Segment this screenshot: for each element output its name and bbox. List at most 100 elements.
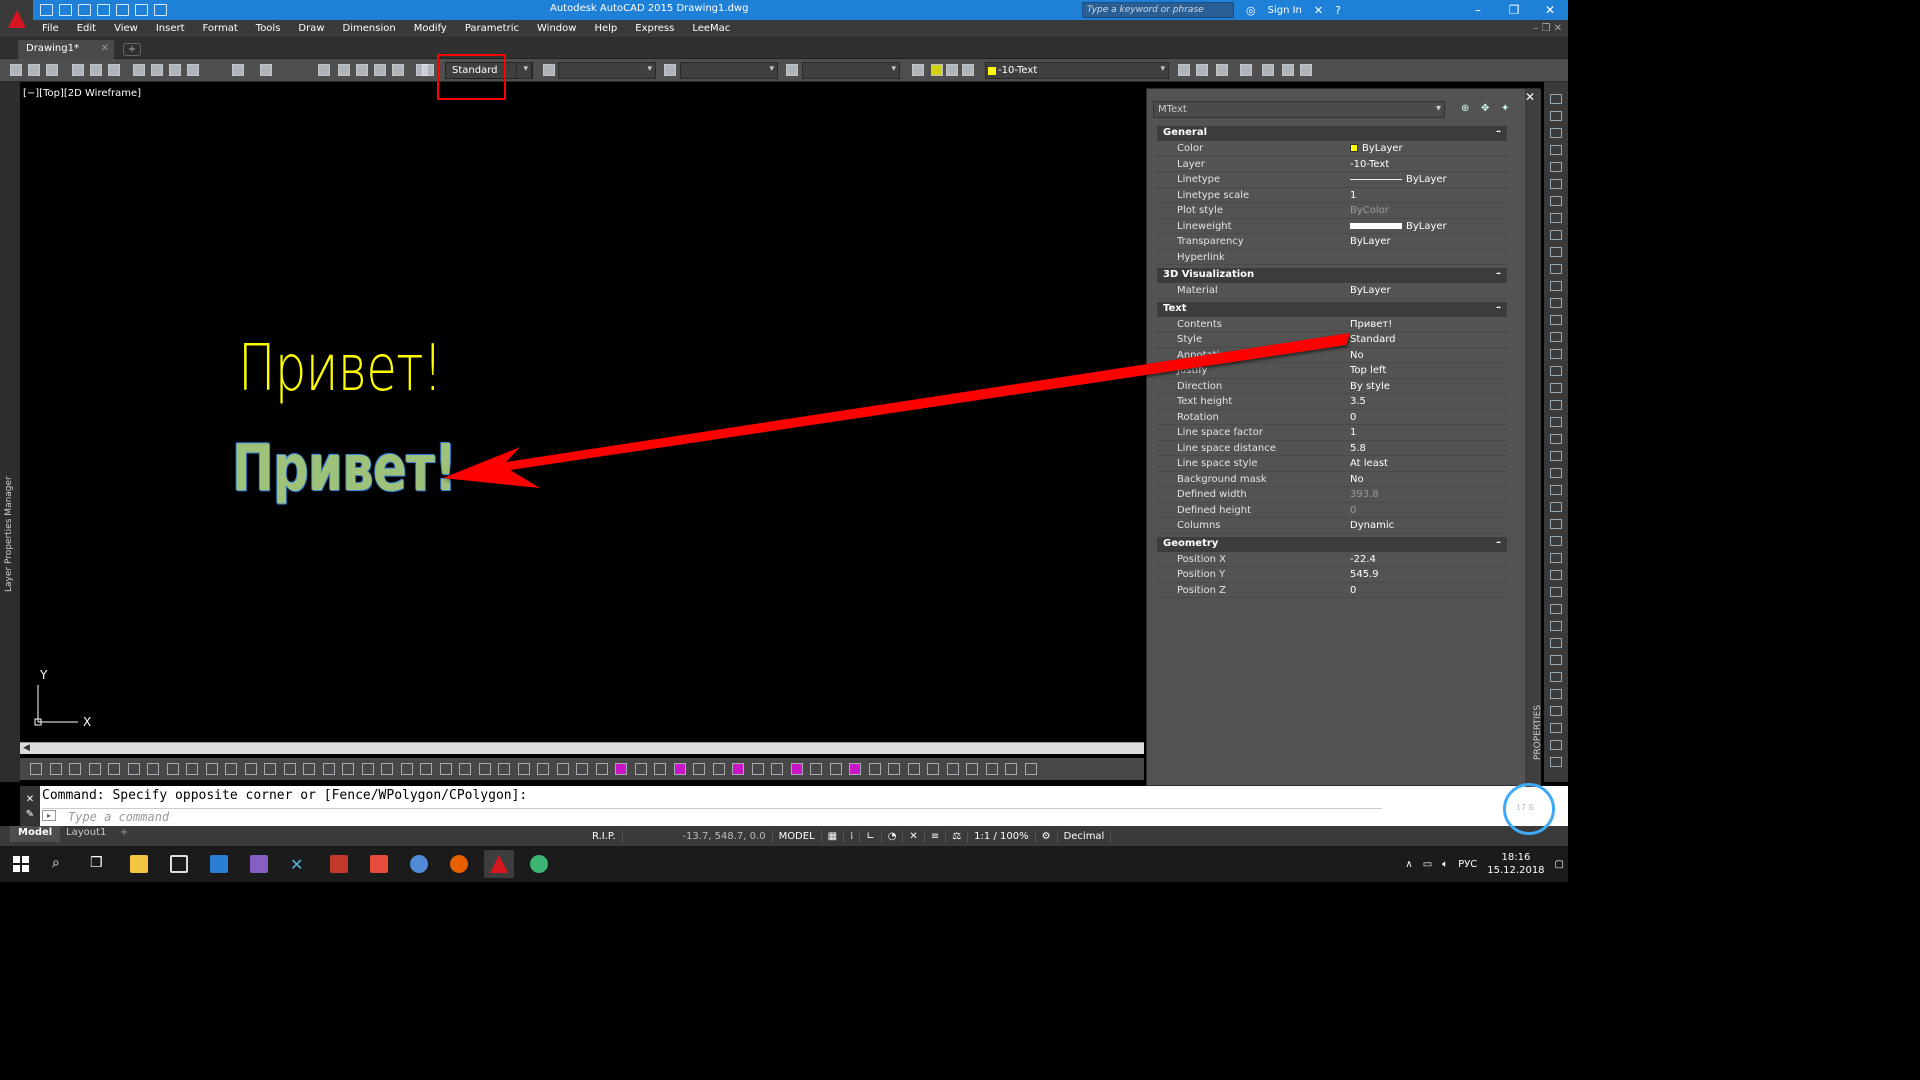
telegram-icon[interactable] xyxy=(530,855,548,873)
section-geometry[interactable]: Geometry – xyxy=(1157,536,1507,552)
property-value[interactable]: ByLayer xyxy=(1350,174,1447,185)
side-tool-10-icon[interactable] xyxy=(1550,247,1562,257)
viewport-controls[interactable]: [−][Top][2D Wireframe] xyxy=(23,88,141,99)
property-value[interactable]: By style xyxy=(1350,381,1390,392)
dim-style-icon[interactable] xyxy=(543,64,555,76)
draw-tool-48-icon[interactable] xyxy=(946,763,959,775)
side-tool-27-icon[interactable] xyxy=(1550,536,1562,546)
ortho-icon[interactable]: ∟ xyxy=(860,830,882,842)
property-row-transparency[interactable]: Transparency ByLayer xyxy=(1157,234,1507,250)
task-view-icon[interactable]: ❒ xyxy=(90,855,108,873)
property-row-position-y[interactable]: Position Y 545.9 xyxy=(1157,567,1507,583)
property-row-background-mask[interactable]: Background mask No xyxy=(1157,472,1507,487)
menu-format[interactable]: Format xyxy=(194,23,247,34)
layer-manager-icon[interactable] xyxy=(912,64,924,76)
save-as-icon[interactable] xyxy=(97,4,110,16)
command-prompt-icon[interactable]: ▸ xyxy=(42,810,56,821)
text-style-icon[interactable] xyxy=(422,64,434,76)
copy-icon[interactable] xyxy=(151,64,163,76)
side-tool-6-icon[interactable] xyxy=(1550,179,1562,189)
menu-window-controls[interactable]: – ❐ ✕ xyxy=(1533,23,1568,34)
menu-modify[interactable]: Modify xyxy=(405,23,456,34)
close-icon[interactable]: ✕ xyxy=(1532,0,1568,20)
draw-tool-36-icon[interactable] xyxy=(712,763,725,775)
menu-file[interactable]: File xyxy=(33,23,68,34)
draw-tool-49-icon[interactable] xyxy=(966,763,978,775)
pan-icon[interactable] xyxy=(318,64,330,76)
new-file-icon[interactable] xyxy=(40,4,53,16)
clock[interactable]: 18:16 15.12.2018 xyxy=(1487,851,1544,877)
add-layout-button[interactable]: + xyxy=(112,826,136,842)
table-style-icon[interactable] xyxy=(664,64,676,76)
section-text[interactable]: Text – xyxy=(1157,301,1507,317)
new-icon[interactable] xyxy=(10,64,22,76)
draw-tool-22-icon[interactable] xyxy=(439,763,452,775)
layer-freeze-icon[interactable] xyxy=(946,64,958,76)
paste-icon[interactable] xyxy=(169,64,181,76)
draw-tool-46-icon[interactable] xyxy=(907,763,920,775)
draw-tool-14-icon[interactable] xyxy=(283,763,296,775)
redo-icon[interactable] xyxy=(154,4,167,16)
tab-drawing1[interactable]: Drawing1* ✕ xyxy=(18,40,114,59)
property-value[interactable]: Top left xyxy=(1350,365,1386,376)
property-value[interactable]: ByLayer xyxy=(1350,221,1447,232)
property-value[interactable]: No xyxy=(1350,474,1364,485)
side-tool-20-icon[interactable] xyxy=(1550,417,1562,427)
match-icon[interactable] xyxy=(187,64,199,76)
layer-on-icon[interactable] xyxy=(931,64,943,76)
draw-tool-13-icon[interactable] xyxy=(264,763,276,775)
menu-view[interactable]: View xyxy=(105,23,147,34)
draw-tool-41-icon[interactable] xyxy=(810,763,822,775)
side-tool-40-icon[interactable] xyxy=(1550,757,1562,767)
collapse-icon[interactable]: – xyxy=(1496,268,1501,279)
property-row-contents[interactable]: Contents Привет! xyxy=(1157,317,1507,332)
draw-tool-32-icon[interactable] xyxy=(634,763,647,775)
palette-title-strip[interactable] xyxy=(1525,89,1541,787)
application-menu-button[interactable] xyxy=(0,0,33,37)
draw-tool-35-icon[interactable] xyxy=(693,763,705,775)
draw-tool-27-icon[interactable] xyxy=(537,763,549,775)
property-value[interactable]: 5.8 xyxy=(1350,443,1366,454)
draw-tool-39-icon[interactable] xyxy=(771,763,783,775)
draw-tool-50-icon[interactable] xyxy=(985,763,998,775)
wrench-icon[interactable]: ✎ xyxy=(20,809,40,820)
osnap-icon[interactable]: ✕ xyxy=(903,830,925,842)
property-row-lineweight[interactable]: Lineweight ByLayer xyxy=(1157,219,1507,234)
store-icon[interactable] xyxy=(210,855,228,873)
draw-tool-19-icon[interactable] xyxy=(381,763,393,775)
search-input[interactable]: Type a keyword or phrase xyxy=(1082,2,1234,18)
notifications-icon[interactable]: ▢ xyxy=(1555,859,1564,870)
property-row-layer[interactable]: Layer -10-Text xyxy=(1157,157,1507,172)
property-value[interactable]: ByLayer xyxy=(1350,236,1391,247)
section-general[interactable]: General – xyxy=(1157,126,1507,141)
side-tool-3-icon[interactable] xyxy=(1550,128,1562,138)
print-icon[interactable] xyxy=(116,4,129,16)
property-row-rotation[interactable]: Rotation 0 xyxy=(1157,410,1507,425)
property-value[interactable]: No xyxy=(1350,350,1364,361)
menu-help[interactable]: Help xyxy=(585,23,626,34)
draw-tool-2-icon[interactable] xyxy=(49,763,62,775)
layer-properties-palette-strip[interactable]: Layer Properties Manager xyxy=(0,82,20,782)
draw-tool-12-icon[interactable] xyxy=(244,763,257,775)
draw-tool-8-icon[interactable] xyxy=(166,763,179,775)
property-value[interactable]: Standard xyxy=(1350,334,1396,345)
draw-tool-11-icon[interactable] xyxy=(225,763,237,775)
draw-tool-29-icon[interactable] xyxy=(576,763,588,775)
property-row-justify[interactable]: Justify Top left xyxy=(1157,363,1507,379)
property-value[interactable]: 1 xyxy=(1350,190,1356,201)
property-row-line-space-distance[interactable]: Line space distance 5.8 xyxy=(1157,441,1507,456)
app-vim-icon[interactable] xyxy=(330,855,348,873)
app-red-icon[interactable] xyxy=(370,855,388,873)
property-row-material[interactable]: Material ByLayer xyxy=(1157,283,1507,299)
property-row-position-x[interactable]: Position X -22.4 xyxy=(1157,552,1507,567)
cut-icon[interactable] xyxy=(133,64,145,76)
menu-draw[interactable]: Draw xyxy=(289,23,333,34)
draw-tool-18-icon[interactable] xyxy=(361,763,374,775)
side-tool-35-icon[interactable] xyxy=(1550,672,1562,682)
select-objects-icon[interactable]: ✥ xyxy=(1481,103,1493,115)
property-row-direction[interactable]: Direction By style xyxy=(1157,379,1507,394)
close-icon[interactable]: ✕ xyxy=(101,43,109,54)
draw-tool-24-icon[interactable] xyxy=(478,763,491,775)
mleader-style-select[interactable]: ▾ xyxy=(802,62,900,79)
search-icon[interactable]: ⌕ xyxy=(52,855,70,873)
